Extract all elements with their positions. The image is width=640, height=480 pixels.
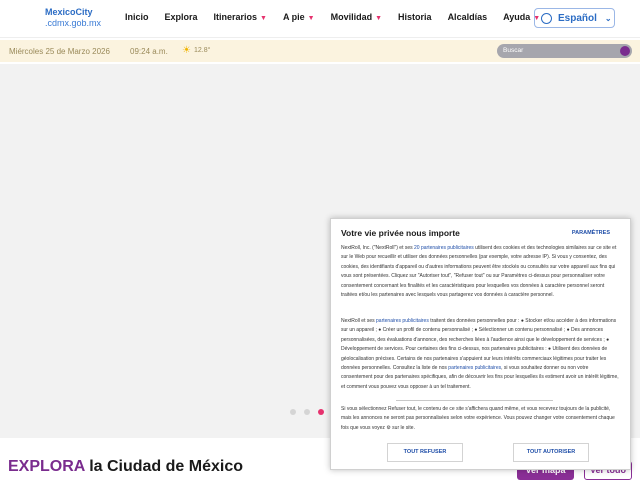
partners-list-link[interactable]: partenaires publicitaires [448,365,501,371]
top-navigation: MexicoCity .cdmx.gob.mx Inicio Explora I… [0,0,640,38]
sun-icon: ☀ [182,45,191,56]
globe-icon [541,12,552,24]
current-date: Miércoles 25 de Marzo 2026 [9,47,110,56]
refuse-all-button[interactable]: TOUT REFUSER [387,443,463,462]
caret-down-icon: ▼ [375,15,383,22]
consent-paragraph-3: Si vous sélectionnez Refuser tout, le co… [341,406,615,431]
carousel-dot[interactable] [290,409,296,415]
consent-paragraph-1: NextRoll, Inc. ("NextRoll") et ses 20 pa… [341,245,617,299]
divider [396,400,553,401]
partners-link[interactable]: 20 partenaires publicitaires [414,245,474,251]
menu-item-movilidad[interactable]: Movilidad ▼ [331,12,382,22]
search-icon[interactable] [620,46,630,56]
accept-all-button[interactable]: TOUT AUTORISER [513,443,589,462]
caret-down-icon: ▼ [260,15,267,22]
search-input[interactable]: Buscar [497,44,632,58]
cookie-consent-dialog: Votre vie privée nous importe PARAMÈTRES… [330,218,631,470]
heading-rest: la Ciudad de México [84,458,244,475]
main-menu: Inicio Explora Itinerarios ▼ A pie ▼ Movil… [125,12,556,22]
logo-line-2: .cdmx.gob.mx [45,18,102,28]
menu-item-explora[interactable]: Explora [165,12,198,22]
menu-item-historia[interactable]: Historia [398,12,432,22]
menu-item-a-pie[interactable]: A pie ▼ [283,12,315,22]
caret-down-icon: ▼ [307,15,315,22]
partners-link[interactable]: partenaires publicitaires [376,318,429,324]
current-time: 09:24 a.m. [130,47,168,56]
language-selector[interactable]: Español ⌄ [534,8,615,28]
temperature: 12.8° [194,47,211,54]
consent-paragraph-2: NextRoll et ses partenaires publicitaire… [341,318,619,390]
consent-title: Votre vie privée nous importe [341,228,460,238]
language-label: Español [558,12,597,24]
carousel-dot[interactable] [304,409,310,415]
logo-line-1: MexicoCity [45,7,93,17]
search-placeholder: Buscar [503,47,524,54]
menu-item-inicio[interactable]: Inicio [125,12,149,22]
menu-item-alcaldias[interactable]: Alcaldías [448,12,488,22]
consent-settings-link[interactable]: PARAMÈTRES [572,230,610,236]
chevron-down-icon: ⌄ [604,13,612,23]
section-heading: EXPLORA la Ciudad de México [8,458,243,476]
heading-highlight: EXPLORA [8,458,85,475]
menu-item-itinerarios[interactable]: Itinerarios ▼ [214,12,267,22]
carousel-dots [290,409,324,415]
site-logo[interactable]: MexicoCity .cdmx.gob.mx [45,7,101,29]
carousel-dot-active[interactable] [318,409,324,415]
